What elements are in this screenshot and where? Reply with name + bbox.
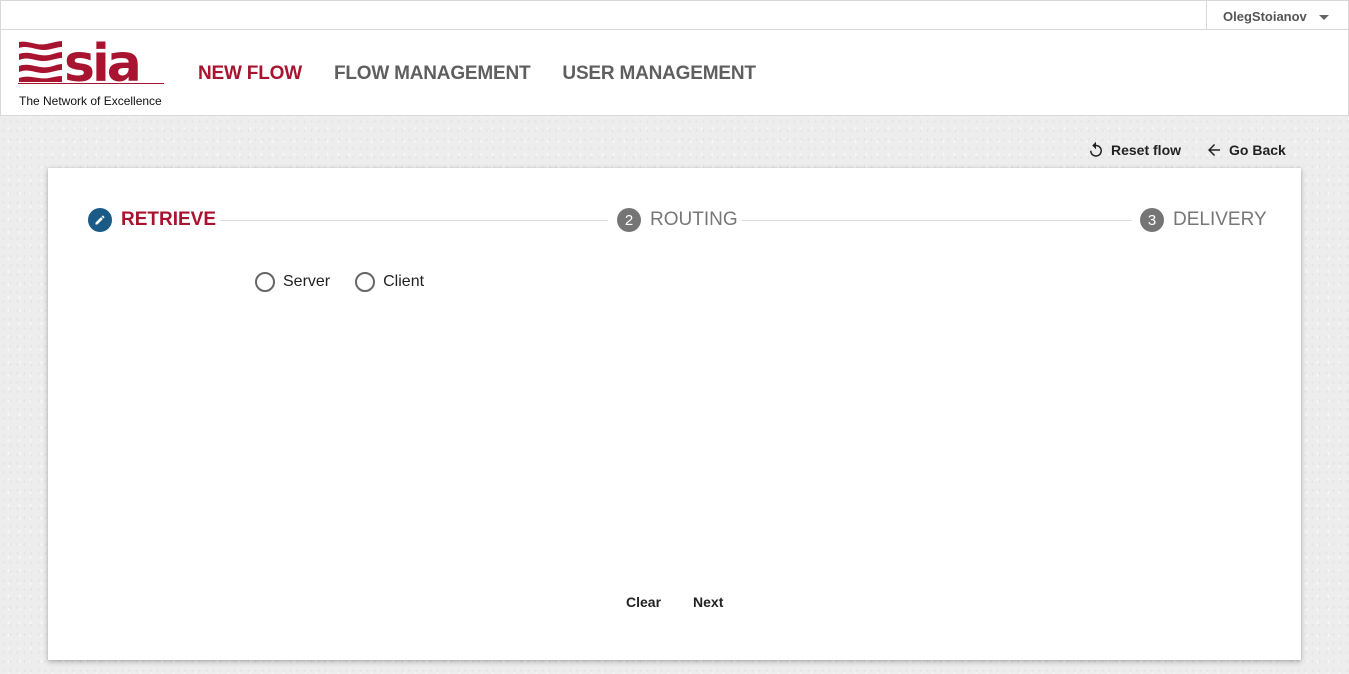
step-number: 2: [617, 208, 641, 232]
go-back-label: Go Back: [1229, 142, 1286, 158]
arrow-left-icon: [1208, 144, 1221, 156]
stepper-connector: [220, 220, 608, 221]
reset-flow-label: Reset flow: [1111, 142, 1182, 158]
step-number: 3: [1140, 208, 1164, 232]
sia-logo-mark: sia: [18, 40, 164, 84]
radio-label: Client: [383, 273, 425, 290]
main-nav: NEW FLOW FLOW MANAGEMENT USER MANAGEMENT: [198, 63, 756, 85]
stepper-connector: [742, 220, 1132, 221]
nav-user-management[interactable]: USER MANAGEMENT: [562, 63, 756, 85]
nav-flow-management[interactable]: FLOW MANAGEMENT: [334, 63, 531, 85]
logo-tagline: The Network of Excellence: [19, 94, 162, 108]
retrieve-mode-radio-group: Server Client: [255, 272, 424, 292]
flow-actions: Reset flow Go Back: [1087, 141, 1286, 159]
top-user-bar: OlegStoianov: [0, 0, 1349, 31]
go-back-button[interactable]: Go Back: [1205, 141, 1286, 159]
radio-circle-icon[interactable]: [255, 272, 275, 292]
radio-server[interactable]: Server: [255, 272, 330, 292]
step-label: RETRIEVE: [121, 209, 217, 230]
form-buttons: Clear Next: [614, 588, 735, 616]
step-label: DELIVERY: [1173, 209, 1267, 230]
user-menu[interactable]: OlegStoianov: [1206, 1, 1349, 31]
clear-button[interactable]: Clear: [614, 588, 673, 616]
reset-icon: [1090, 141, 1102, 157]
radio-label: Server: [283, 273, 331, 290]
stepper: RETRIEVE 2 ROUTING 3 DELIVERY: [88, 208, 1267, 234]
sia-logo[interactable]: sia The Network of Excellence: [18, 40, 168, 110]
caret-down-icon: [1318, 14, 1329, 20]
reset-flow-button[interactable]: Reset flow: [1087, 141, 1181, 159]
step-label: ROUTING: [650, 209, 738, 230]
step-delivery[interactable]: 3 DELIVERY: [1140, 208, 1267, 232]
svg-text:sia: sia: [64, 40, 139, 84]
radio-client[interactable]: Client: [355, 272, 424, 292]
main-header: sia The Network of Excellence NEW FLOW F…: [0, 29, 1349, 116]
step-retrieve[interactable]: RETRIEVE: [88, 208, 216, 232]
pencil-icon: [88, 208, 112, 232]
next-button[interactable]: Next: [681, 588, 735, 616]
step-routing[interactable]: 2 ROUTING: [617, 208, 738, 232]
username: OlegStoianov: [1223, 8, 1307, 24]
radio-circle-icon[interactable]: [355, 272, 376, 292]
flow-card: RETRIEVE 2 ROUTING 3 DELIVERY Server Cli…: [48, 168, 1301, 660]
nav-new-flow[interactable]: NEW FLOW: [198, 63, 302, 85]
